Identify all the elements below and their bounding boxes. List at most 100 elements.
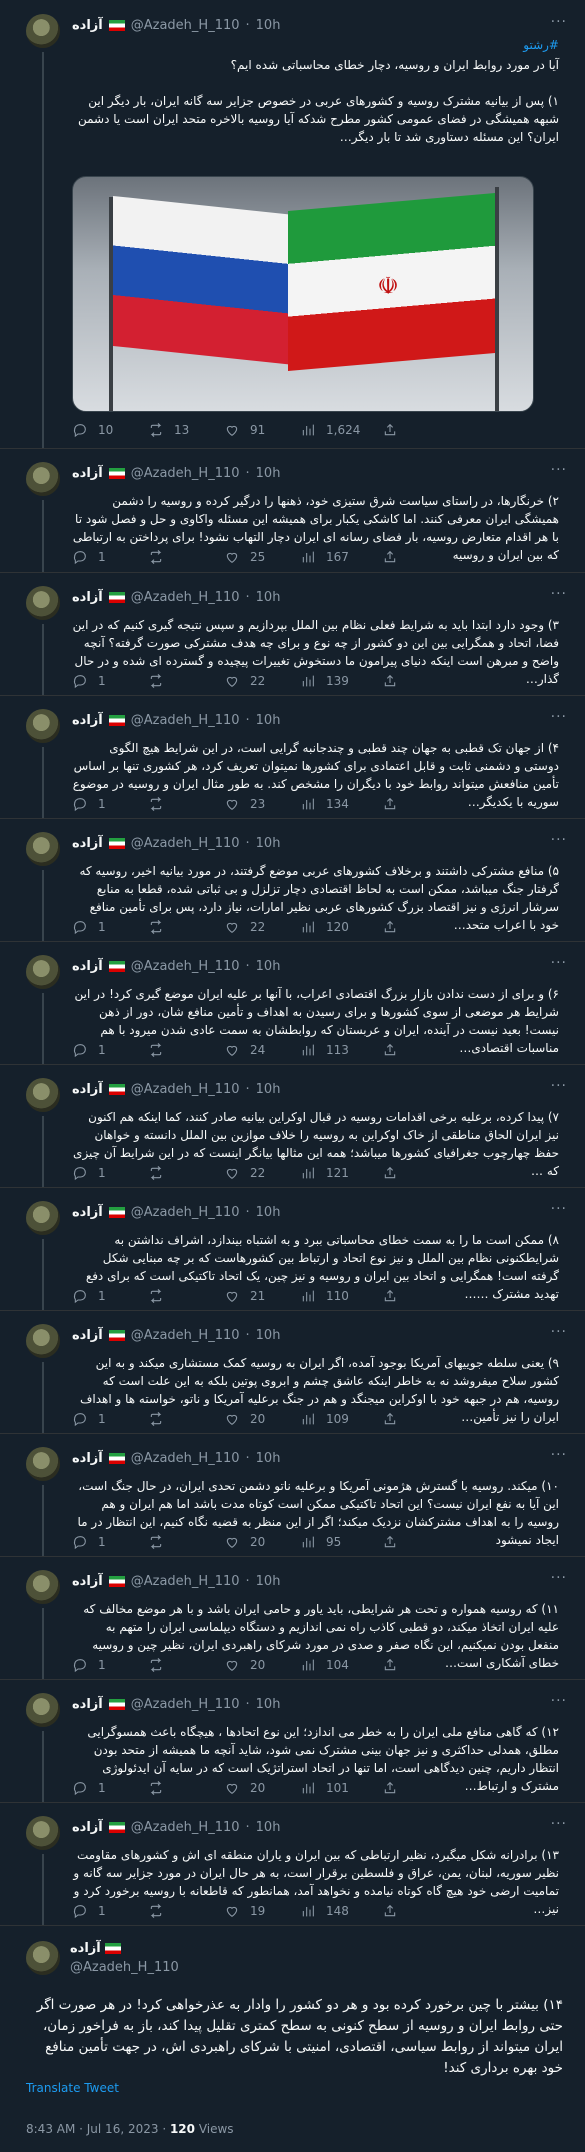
author-name[interactable]: آزاده xyxy=(72,1451,103,1466)
like-button[interactable]: 20 xyxy=(224,1534,300,1550)
reply-button[interactable]: 1 xyxy=(72,1657,148,1673)
like-button[interactable]: 20 xyxy=(224,1780,300,1796)
author-name[interactable]: آزاده xyxy=(72,713,103,728)
like-button[interactable]: 20 xyxy=(224,1657,300,1673)
retweet-button[interactable]: 13 xyxy=(148,422,224,438)
tweet-time[interactable]: 10h xyxy=(256,466,281,481)
views-button[interactable]: 95 xyxy=(300,1534,376,1550)
author-handle[interactable]: @Azadeh_H_110 xyxy=(131,1574,240,1589)
author-name[interactable]: آزاده xyxy=(72,959,103,974)
avatar[interactable] xyxy=(26,955,60,989)
reply-button[interactable]: 10 xyxy=(72,422,148,438)
tweet-time[interactable]: 10h xyxy=(256,1451,281,1466)
author-name[interactable]: آزاده xyxy=(72,1082,103,1097)
author-handle[interactable]: @Azadeh_H_110 xyxy=(131,959,240,974)
views-button[interactable]: 167 xyxy=(300,549,376,565)
tweet-time[interactable]: 10h xyxy=(256,1328,281,1343)
reply-button[interactable]: 1 xyxy=(72,1165,148,1181)
retweet-button[interactable] xyxy=(148,1042,224,1058)
tweet-time[interactable]: 10h xyxy=(256,1082,281,1097)
retweet-button[interactable] xyxy=(148,1165,224,1181)
author-name[interactable]: آزاده xyxy=(72,1697,103,1712)
share-button[interactable] xyxy=(382,919,398,935)
tweet-card[interactable]: آزاده @Azadeh_H_110 · 10h ··· ۸) ممکن اس… xyxy=(0,1187,585,1311)
share-button[interactable] xyxy=(382,1534,398,1550)
author-handle[interactable]: @Azadeh_H_110 xyxy=(131,590,240,605)
views-button[interactable]: 104 xyxy=(300,1657,376,1673)
more-icon[interactable]: ··· xyxy=(551,14,567,30)
author-name[interactable]: آزاده xyxy=(72,836,103,851)
tweet-time[interactable]: 10h xyxy=(256,1697,281,1712)
author-handle[interactable]: @Azadeh_H_110 xyxy=(131,466,240,481)
retweet-button[interactable] xyxy=(148,1288,224,1304)
author-handle[interactable]: @Azadeh_H_110 xyxy=(131,713,240,728)
avatar[interactable] xyxy=(26,1447,60,1481)
tweet-card[interactable]: آزاده @Azadeh_H_110 · 10h ··· ۱۱) که روس… xyxy=(0,1556,585,1680)
share-button[interactable] xyxy=(382,1903,398,1919)
avatar[interactable] xyxy=(26,1570,60,1604)
author-name[interactable]: آزاده xyxy=(72,1820,103,1835)
share-button[interactable] xyxy=(382,1780,398,1796)
retweet-button[interactable] xyxy=(148,1780,224,1796)
like-button[interactable]: 22 xyxy=(224,673,300,689)
avatar[interactable] xyxy=(26,832,60,866)
tweet-time[interactable]: 10h xyxy=(256,1205,281,1220)
tweet-time[interactable]: 10h xyxy=(256,836,281,851)
author-name[interactable]: آزاده xyxy=(72,590,103,605)
retweet-button[interactable] xyxy=(148,919,224,935)
more-icon[interactable]: ··· xyxy=(551,832,567,848)
retweet-button[interactable] xyxy=(148,1534,224,1550)
more-icon[interactable]: ··· xyxy=(551,1078,567,1094)
author-name[interactable]: آزاده xyxy=(72,1205,103,1220)
share-button[interactable] xyxy=(382,673,398,689)
tweet-card[interactable]: آزاده @Azadeh_H_110 · 10h ··· ۱۲) که گاه… xyxy=(0,1679,585,1803)
author-name[interactable]: آزاده xyxy=(72,18,103,33)
views-button[interactable]: 113 xyxy=(300,1042,376,1058)
tweet-time[interactable]: 10h xyxy=(256,1820,281,1835)
reply-button[interactable]: 1 xyxy=(72,1534,148,1550)
reply-button[interactable]: 1 xyxy=(72,1903,148,1919)
tweet-card[interactable]: آزاده @Azadeh_H_110 · 10h ··· ۴) از جهان… xyxy=(0,695,585,819)
views-button[interactable]: 110 xyxy=(300,1288,376,1304)
reply-button[interactable]: 1 xyxy=(72,1780,148,1796)
more-icon[interactable]: ··· xyxy=(551,955,567,971)
like-button[interactable]: 19 xyxy=(224,1903,300,1919)
author-handle[interactable]: @Azadeh_H_110 xyxy=(131,1082,240,1097)
reply-button[interactable]: 1 xyxy=(72,1411,148,1427)
author-handle[interactable]: @Azadeh_H_110 xyxy=(131,18,240,33)
tweet-time[interactable]: 10h xyxy=(256,590,281,605)
author-handle[interactable]: @Azadeh_H_110 xyxy=(131,1205,240,1220)
tweet-image[interactable]: ☫ xyxy=(72,176,534,412)
more-icon[interactable]: ··· xyxy=(551,586,567,602)
retweet-button[interactable] xyxy=(148,1903,224,1919)
views-button[interactable]: 120 xyxy=(300,919,376,935)
views-button[interactable]: 101 xyxy=(300,1780,376,1796)
author-handle[interactable]: @Azadeh_H_110 xyxy=(70,1960,179,1975)
like-button[interactable]: 91 xyxy=(224,422,300,438)
like-button[interactable]: 21 xyxy=(224,1288,300,1304)
author-name[interactable]: آزاده xyxy=(72,1574,103,1589)
author-handle[interactable]: @Azadeh_H_110 xyxy=(131,836,240,851)
like-button[interactable]: 22 xyxy=(224,919,300,935)
share-button[interactable] xyxy=(382,1657,398,1673)
author-name[interactable]: آزاده xyxy=(70,1941,122,1956)
tweet-card[interactable]: آزاده @Azadeh_H_110 · 10h ··· ۵) منافع م… xyxy=(0,818,585,942)
like-button[interactable]: 23 xyxy=(224,796,300,812)
more-icon[interactable]: ··· xyxy=(551,462,567,478)
avatar[interactable] xyxy=(26,1078,60,1112)
retweet-button[interactable] xyxy=(148,796,224,812)
share-button[interactable] xyxy=(382,1042,398,1058)
tweet-card[interactable]: آزاده @Azadeh_H_110 · 10h ··· #رشتو آیا … xyxy=(0,0,585,449)
avatar[interactable] xyxy=(26,1201,60,1235)
views-button[interactable]: 139 xyxy=(300,673,376,689)
translate-tweet-link[interactable]: Translate Tweet xyxy=(26,2081,119,2095)
author-name[interactable]: آزاده xyxy=(72,1328,103,1343)
tweet-card[interactable]: آزاده @Azadeh_H_110 · 10h ··· ۶) و برای … xyxy=(0,941,585,1065)
reply-button[interactable]: 1 xyxy=(72,673,148,689)
share-button[interactable] xyxy=(382,1165,398,1181)
avatar[interactable] xyxy=(26,586,60,620)
tweet-card[interactable]: آزاده @Azadeh_H_110 · 10h ··· ۱۳) برادرا… xyxy=(0,1802,585,1926)
like-button[interactable]: 24 xyxy=(224,1042,300,1058)
avatar[interactable] xyxy=(26,1324,60,1358)
avatar[interactable] xyxy=(26,1693,60,1727)
